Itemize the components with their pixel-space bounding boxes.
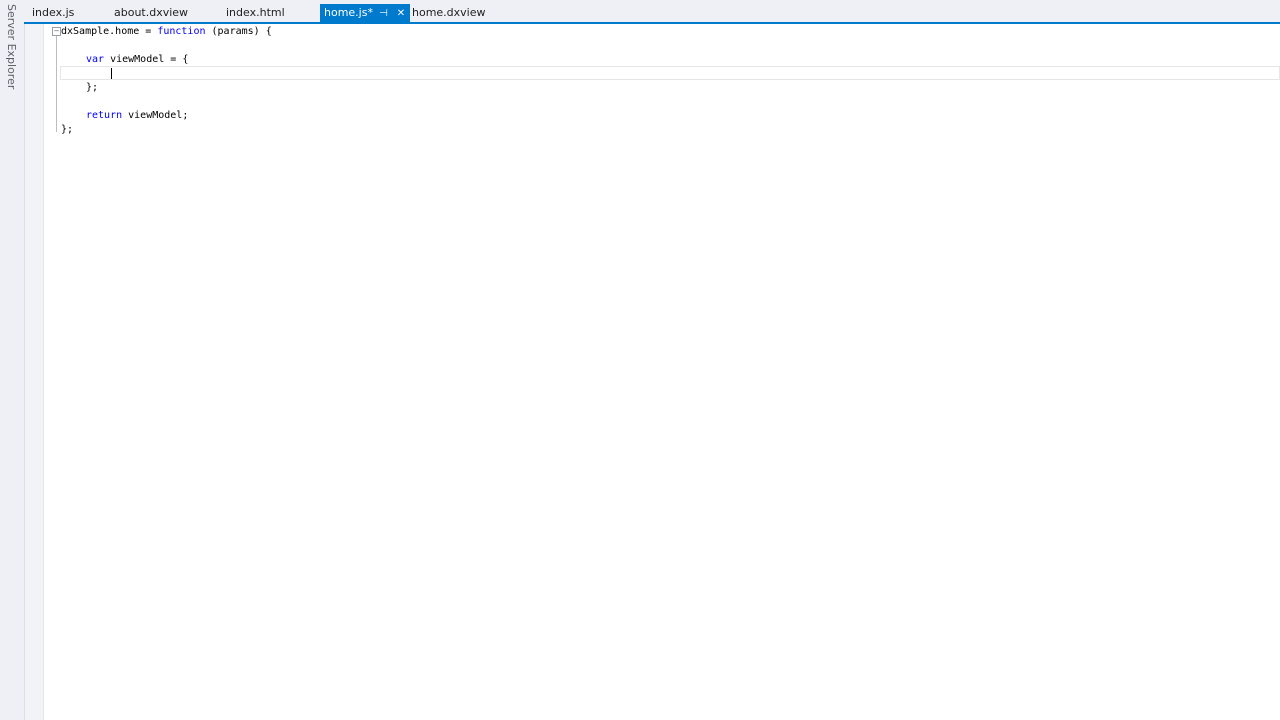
tab-index-js[interactable]: index.js xyxy=(32,4,74,22)
tool-window-strip: Server Explorer xyxy=(0,0,25,720)
collapse-icon[interactable]: − xyxy=(52,27,61,36)
close-icon[interactable]: ✕ xyxy=(394,5,408,23)
code-line-3: var viewModel = { xyxy=(86,54,189,65)
code-editor[interactable]: − dxSample.home = function (params) { va… xyxy=(44,24,1280,720)
tab-home-js[interactable]: home.js* ⊣ ✕ xyxy=(320,4,410,22)
code-line-5: }; xyxy=(86,82,99,93)
server-explorer-tab[interactable]: Server Explorer xyxy=(5,4,18,89)
tab-label: about.dxview xyxy=(114,6,189,19)
pin-icon[interactable]: ⊣ xyxy=(376,5,390,23)
code-line-8: }; xyxy=(61,124,74,135)
tab-label: home.js* xyxy=(324,6,373,19)
tab-home-dxview[interactable]: home.dxview xyxy=(412,4,486,22)
tab-about-dxview[interactable]: about.dxview xyxy=(114,4,188,22)
tab-label: home.dxview xyxy=(412,6,486,19)
tab-index-html[interactable]: index.html xyxy=(226,4,285,22)
tab-label: index.js xyxy=(32,6,75,19)
code-line-7: return viewModel; xyxy=(86,110,189,121)
text-caret xyxy=(111,68,112,79)
outline-guide xyxy=(56,36,57,132)
document-tab-bar: index.js about.dxview index.html home.js… xyxy=(24,0,1280,24)
editor-gutter xyxy=(25,24,44,720)
current-line-highlight xyxy=(60,66,1280,80)
code-line-1: dxSample.home = function (params) { xyxy=(61,26,272,37)
tab-label: index.html xyxy=(226,6,285,19)
